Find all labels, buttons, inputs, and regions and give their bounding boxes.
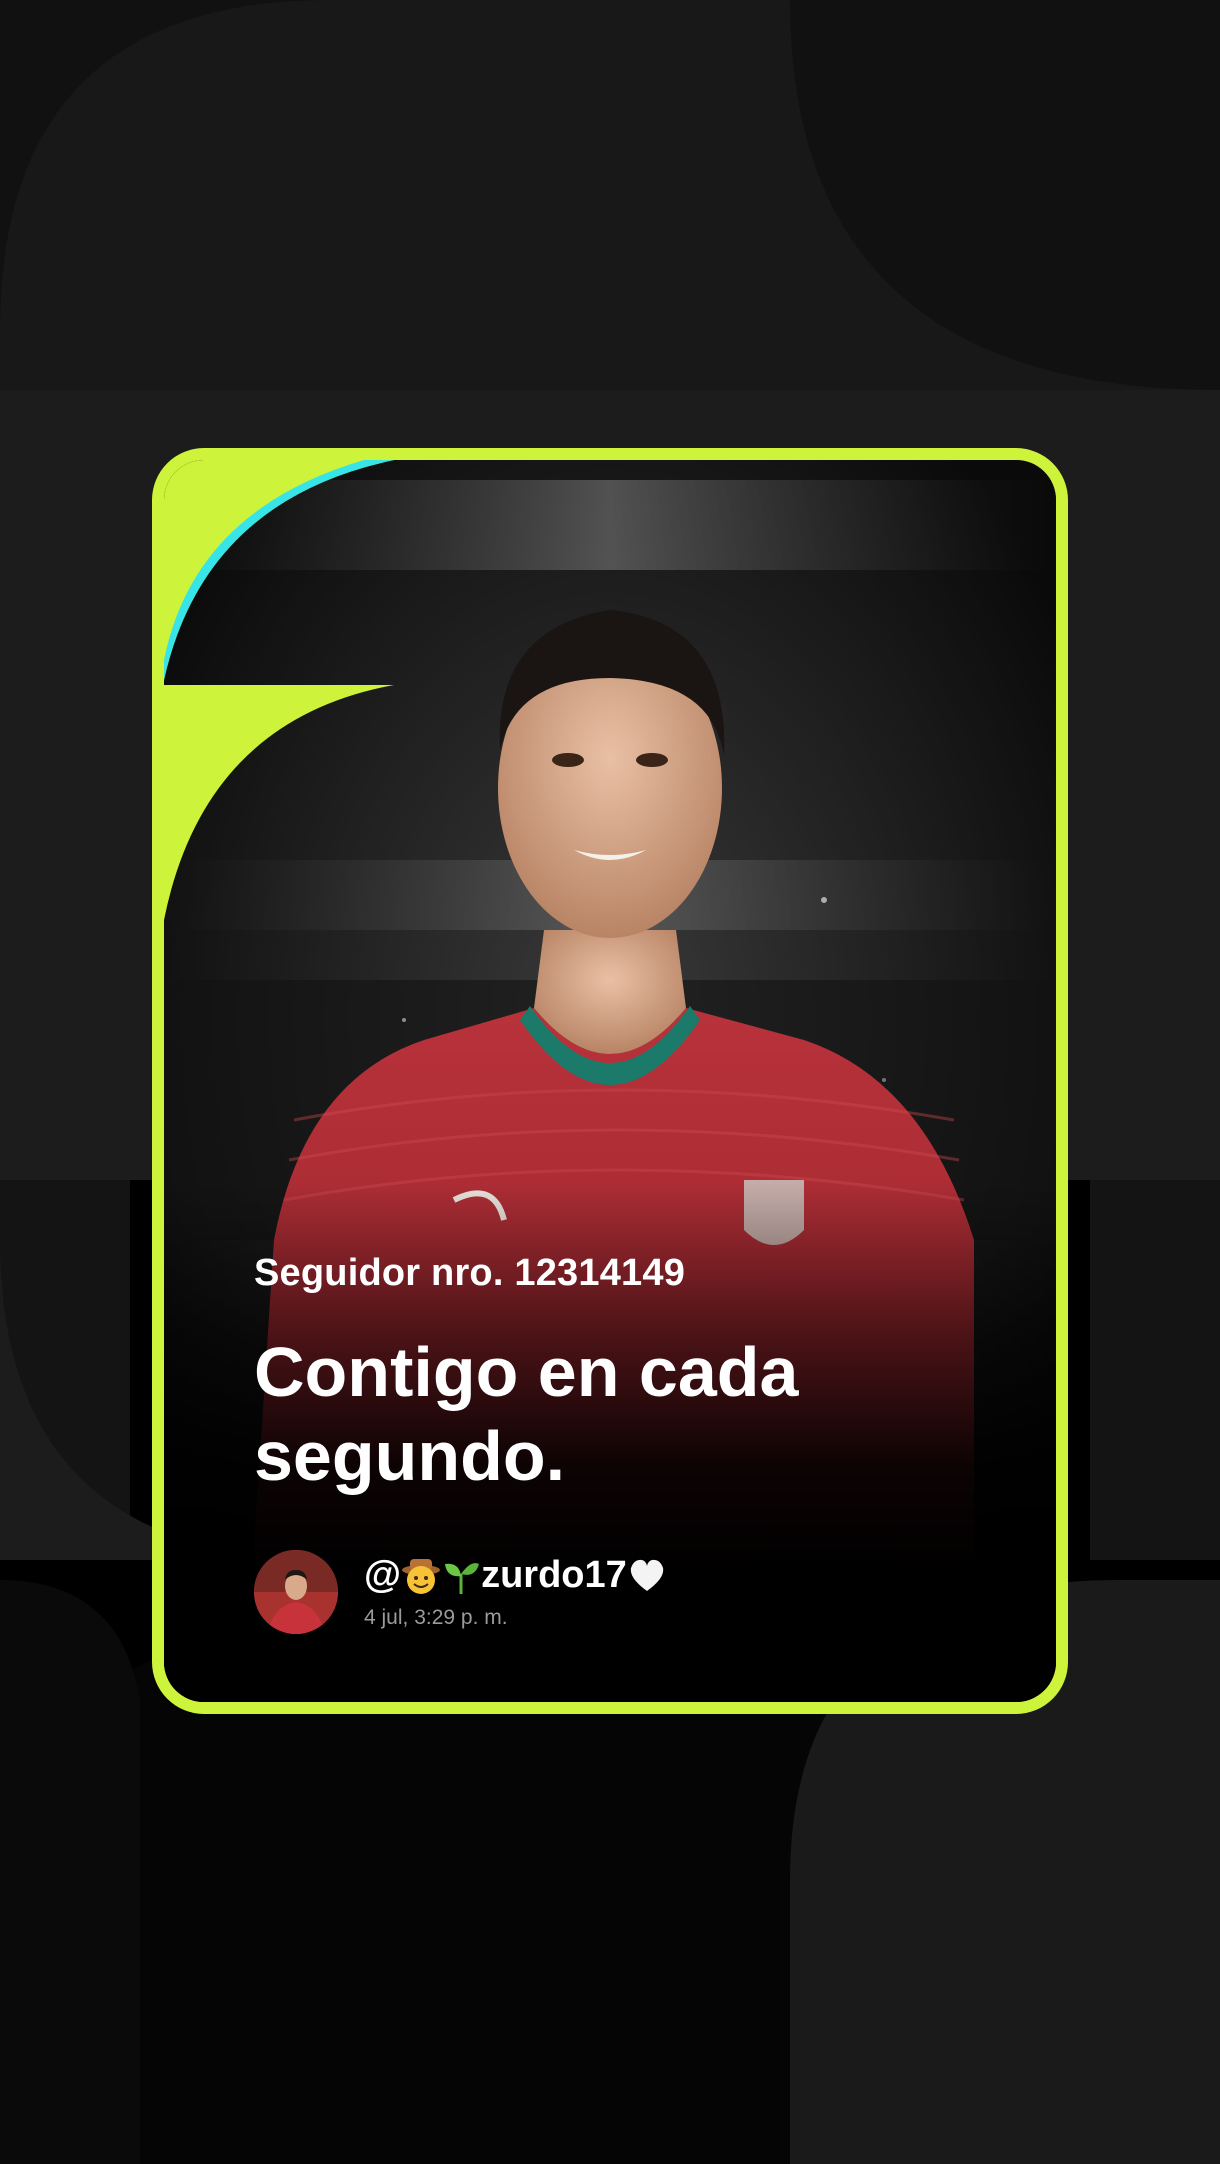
accent-swoosh xyxy=(164,460,394,920)
username-at: @ xyxy=(364,1554,402,1596)
cowboy-face-emoji-icon xyxy=(401,1556,441,1596)
follower-card[interactable]: Seguidor nro. 12314149 Contigo en cada s… xyxy=(152,448,1068,1714)
post-timestamp: 4 jul, 3:29 p. m. xyxy=(364,1606,508,1629)
avatar-image xyxy=(254,1550,338,1634)
white-heart-emoji-icon xyxy=(627,1556,667,1596)
headline: Contigo en cada segundo. xyxy=(254,1333,799,1495)
username[interactable]: @ zurdo17 xyxy=(364,1554,667,1597)
card-content: Seguidor nro. 12314149 Contigo en cada s… xyxy=(164,460,1056,1702)
story-screen: Seguidor nro. 12314149 Contigo en cada s… xyxy=(0,0,1220,2164)
username-text: zurdo17 xyxy=(481,1554,627,1596)
seedling-emoji-icon xyxy=(441,1556,481,1596)
avatar[interactable] xyxy=(254,1550,338,1634)
follower-number: Seguidor nro. 12314149 xyxy=(254,1252,686,1294)
